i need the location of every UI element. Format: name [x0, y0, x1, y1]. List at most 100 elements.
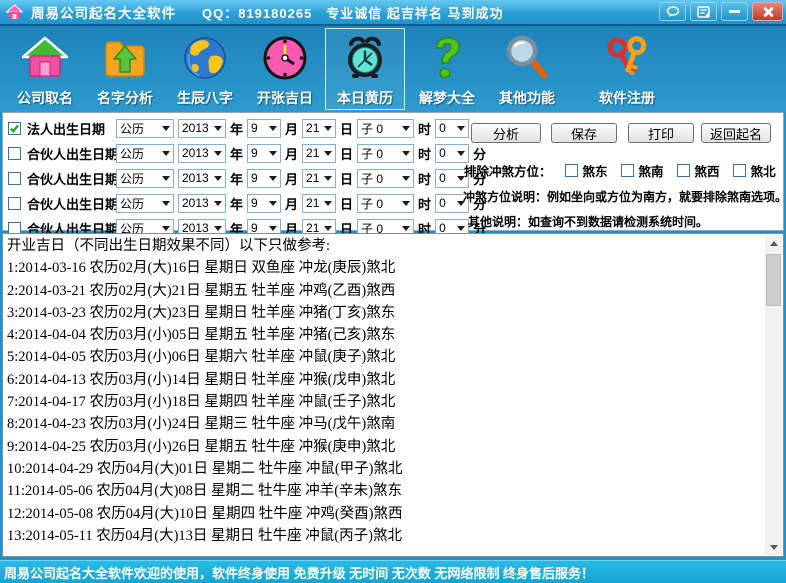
- chevron-down-icon: [269, 151, 277, 160]
- chevron-down-icon: [402, 126, 410, 135]
- direction-note: 冲煞方位说明：例如坐向或方位为南方，就要排除煞南选项。: [463, 188, 786, 205]
- hour-select[interactable]: 子 0: [357, 194, 414, 213]
- list-line: 13:2014-05-11 农历04月(大)13日 星期日 牡牛座 冲鼠(丙子)…: [7, 525, 763, 547]
- month-select[interactable]: 9: [247, 144, 281, 163]
- toolbar-item-dream-dictionary[interactable]: 解梦大全: [405, 28, 489, 110]
- list-header: 开业吉日（不同出生日期效果不同）以下只做参考:: [7, 235, 763, 257]
- vertical-scrollbar[interactable]: [765, 235, 782, 555]
- birthdate-row: 合伙人出生日期 公历 2013 年 9 月 21 日 子 0 时 0 分: [8, 143, 490, 163]
- chevron-down-icon: [457, 151, 465, 160]
- unit-month: 月: [285, 119, 298, 138]
- toolbar-label: 解梦大全: [419, 88, 475, 108]
- exclude-option-north: 煞北: [733, 161, 776, 180]
- other-note: 其他说明：如查询不到数据请检测系统时间。: [468, 213, 708, 230]
- chevron-down-icon: [324, 201, 332, 210]
- list-line: 1:2014-03-16 农历02月(大)16日 星期日 双鱼座 冲龙(庚辰)煞…: [7, 257, 763, 279]
- list-line: 7:2014-04-17 农历03月(小)18日 星期四 牡羊座 冲鼠(壬子)煞…: [7, 391, 763, 413]
- birthdate-row: 法人出生日期 公历 2013 年 9 月 21 日 子 0 时 0 分: [8, 118, 490, 138]
- list-line: 10:2014-04-29 农历04月(大)01日 星期二 牡牛座 冲鼠(甲子)…: [7, 458, 763, 480]
- chevron-down-icon: [162, 126, 170, 135]
- minute-select[interactable]: 0: [435, 144, 469, 163]
- feedback-icon[interactable]: [690, 2, 717, 21]
- exclude-west-checkbox[interactable]: [677, 164, 690, 177]
- month-select[interactable]: 9: [247, 119, 281, 138]
- toolbar-item-software-register[interactable]: 软件注册: [579, 28, 675, 110]
- toolbar-item-company-naming[interactable]: 公司取名: [5, 28, 85, 110]
- chevron-down-icon: [457, 126, 465, 135]
- scroll-down-icon[interactable]: [765, 539, 782, 555]
- list-line: 2:2014-03-21 农历02月(大)21日 星期五 牡羊座 冲鸡(乙酉)煞…: [7, 280, 763, 302]
- save-button[interactable]: 保存: [551, 123, 617, 143]
- titlebar: 周易公司起名大全软件 QQ：819180265 专业诚信 起吉祥名 马到成功: [0, 0, 786, 26]
- window-controls: [659, 2, 783, 21]
- day-select[interactable]: 21: [302, 194, 336, 213]
- close-button[interactable]: [752, 2, 783, 21]
- toolbar-item-other-functions[interactable]: 其他功能: [489, 28, 565, 110]
- list-line: 11:2014-05-06 农历04月(大)08日 星期二 牡牛座 冲羊(辛未)…: [7, 480, 763, 502]
- return-naming-button[interactable]: 返回起名: [701, 123, 771, 143]
- exclude-option-west: 煞西: [677, 161, 720, 180]
- minimize-button[interactable]: [721, 2, 748, 21]
- analyze-button[interactable]: 分析: [471, 123, 541, 143]
- list-line: 5:2014-04-05 农历03月(小)06日 星期六 牡羊座 冲鼠(庚子)煞…: [7, 346, 763, 368]
- magnifier-icon: [503, 34, 551, 82]
- unit-day: 日: [340, 144, 353, 163]
- row-label: 法人出生日期: [27, 119, 116, 138]
- calendar-select[interactable]: 公历: [116, 194, 174, 213]
- row-label: 合伙人出生日期: [27, 144, 116, 163]
- row-checkbox[interactable]: [8, 122, 21, 135]
- chevron-down-icon: [214, 151, 222, 160]
- minute-select[interactable]: 0: [435, 119, 469, 138]
- day-select[interactable]: 21: [302, 119, 336, 138]
- chevron-down-icon: [162, 151, 170, 160]
- row-label: 合伙人出生日期: [27, 169, 116, 188]
- exclude-option-east: 煞东: [565, 161, 608, 180]
- row-checkbox[interactable]: [8, 172, 21, 185]
- hour-select[interactable]: 子 0: [357, 169, 414, 188]
- calendar-select[interactable]: 公历: [116, 144, 174, 163]
- unit-day: 日: [340, 119, 353, 138]
- scroll-up-icon[interactable]: [765, 235, 782, 251]
- chevron-down-icon: [162, 201, 170, 210]
- exclude-south-checkbox[interactable]: [621, 164, 634, 177]
- scrollbar-thumb[interactable]: [766, 254, 781, 306]
- unit-month: 月: [285, 194, 298, 213]
- hour-select[interactable]: 子 0: [357, 144, 414, 163]
- unit-year: 年: [230, 144, 243, 163]
- print-button[interactable]: 打印: [628, 123, 694, 143]
- unit-hour: 时: [418, 169, 431, 188]
- app-house-icon: [6, 4, 23, 20]
- chevron-down-icon: [402, 176, 410, 185]
- month-select[interactable]: 9: [247, 194, 281, 213]
- chevron-down-icon: [324, 126, 332, 135]
- chevron-down-icon: [402, 201, 410, 210]
- toolbar-item-opening-day[interactable]: 开张吉日: [245, 28, 325, 110]
- unit-year: 年: [230, 169, 243, 188]
- row-checkbox[interactable]: [8, 147, 21, 160]
- calendar-select[interactable]: 公历: [116, 169, 174, 188]
- day-select[interactable]: 21: [302, 144, 336, 163]
- toolbar-item-today-almanac[interactable]: 本日黄历: [325, 28, 405, 110]
- toolbar-item-birth-bazi[interactable]: 生辰八字: [165, 28, 245, 110]
- month-select[interactable]: 9: [247, 169, 281, 188]
- unit-day: 日: [340, 194, 353, 213]
- row-checkbox[interactable]: [8, 197, 21, 210]
- day-select[interactable]: 21: [302, 169, 336, 188]
- chat-icon[interactable]: [659, 2, 686, 21]
- calendar-select[interactable]: 公历: [116, 119, 174, 138]
- statusbar: 周易公司起名大全软件欢迎的使用，软件终身使用 免费升级 无时间 无次数 无网络限…: [0, 560, 786, 583]
- year-select[interactable]: 2013: [178, 119, 226, 138]
- chevron-down-icon: [324, 151, 332, 160]
- close-icon: [762, 6, 774, 18]
- toolbar-item-name-analysis[interactable]: 名字分析: [85, 28, 165, 110]
- year-select[interactable]: 2013: [178, 144, 226, 163]
- toolbar-label: 软件注册: [599, 88, 655, 108]
- exclude-north-checkbox[interactable]: [733, 164, 746, 177]
- hour-select[interactable]: 子 0: [357, 119, 414, 138]
- list-text: 开业吉日（不同出生日期效果不同）以下只做参考: 1:2014-03-16 农历0…: [7, 235, 763, 547]
- birthdate-form-panel: 法人出生日期 公历 2013 年 9 月 21 日 子 0 时 0 分 合伙人出…: [2, 112, 784, 231]
- year-select[interactable]: 2013: [178, 169, 226, 188]
- chevron-down-icon: [269, 126, 277, 135]
- year-select[interactable]: 2013: [178, 194, 226, 213]
- exclude-east-checkbox[interactable]: [565, 164, 578, 177]
